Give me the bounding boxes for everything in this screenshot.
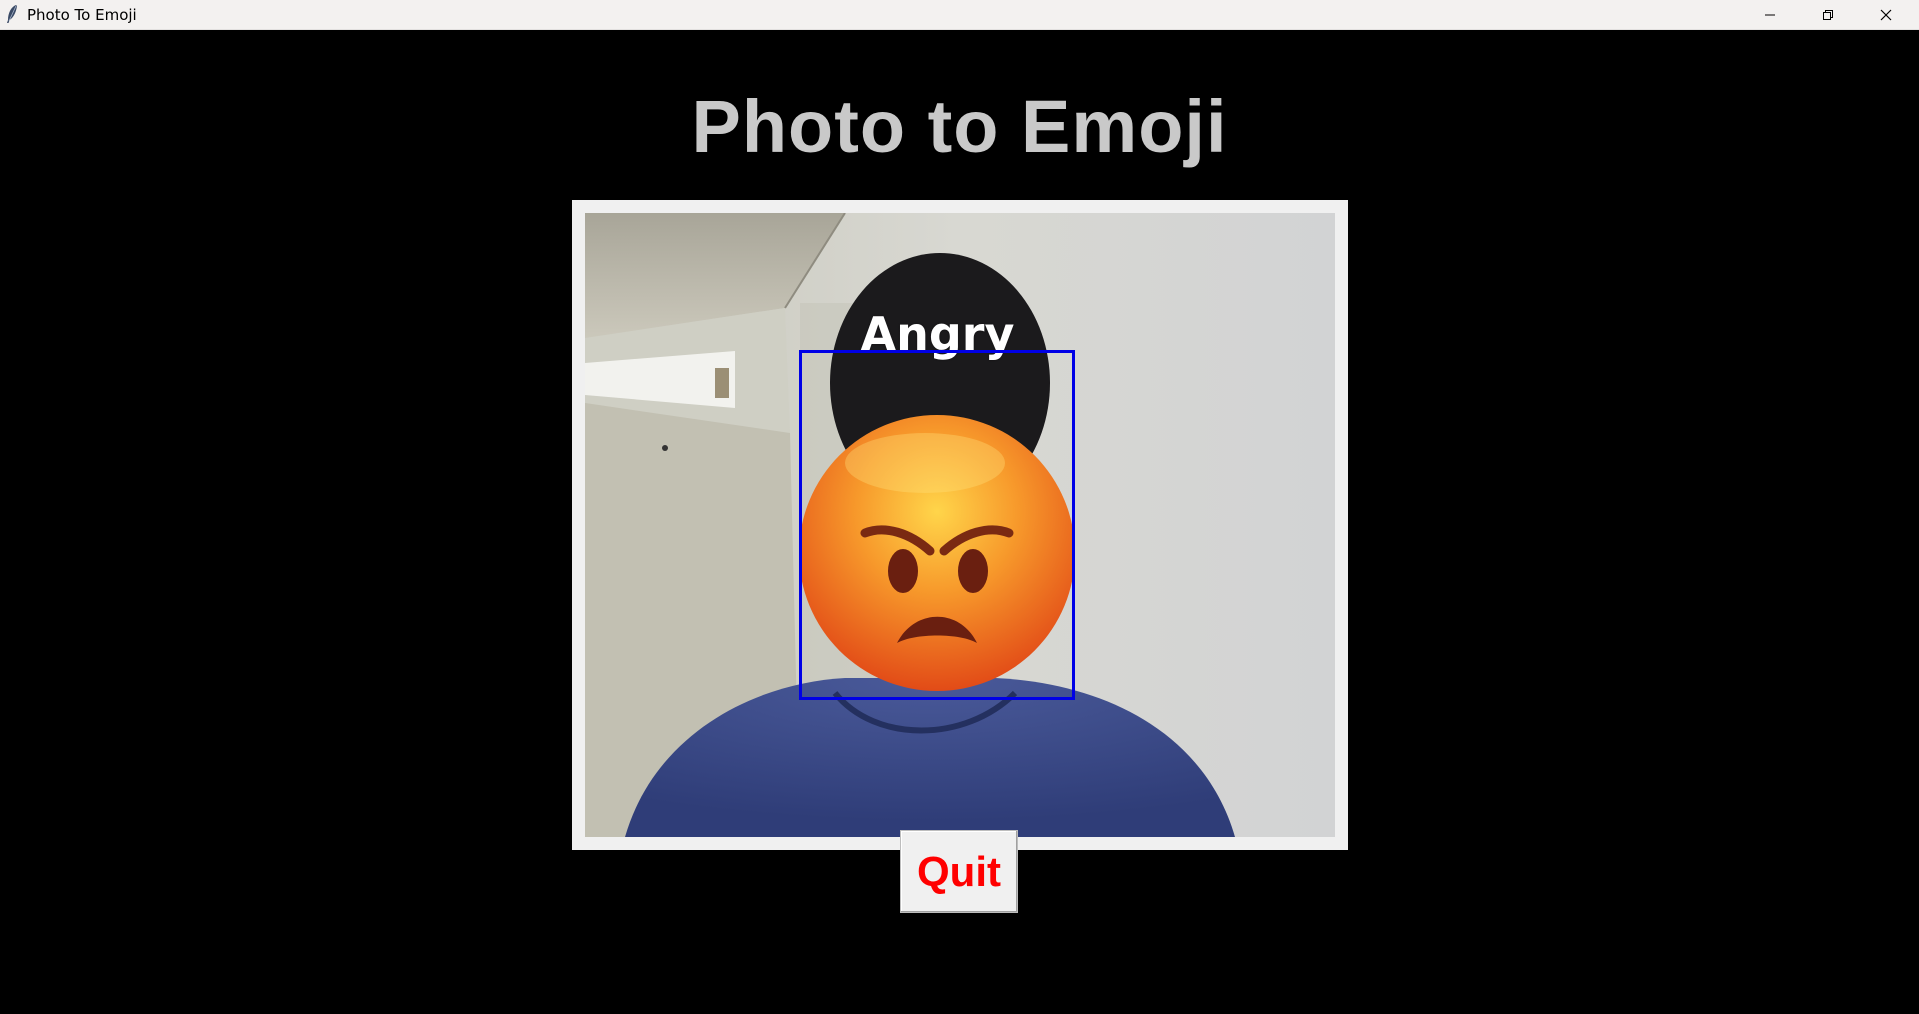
close-button[interactable] — [1857, 0, 1915, 29]
minimize-button[interactable] — [1741, 0, 1799, 29]
page-title: Photo to Emoji — [691, 85, 1228, 168]
window-title: Photo To Emoji — [27, 6, 137, 24]
face-bounding-box — [799, 350, 1075, 700]
window-titlebar: Photo To Emoji — [0, 0, 1919, 30]
restore-button[interactable] — [1799, 0, 1857, 29]
quit-button[interactable]: Quit — [900, 830, 1018, 913]
webcam-feed: Angry — [585, 213, 1335, 837]
minimize-icon — [1765, 14, 1775, 15]
close-icon — [1880, 9, 1892, 20]
video-frame: Angry — [572, 200, 1348, 850]
feather-icon — [7, 5, 17, 23]
restore-icon — [1823, 9, 1833, 20]
